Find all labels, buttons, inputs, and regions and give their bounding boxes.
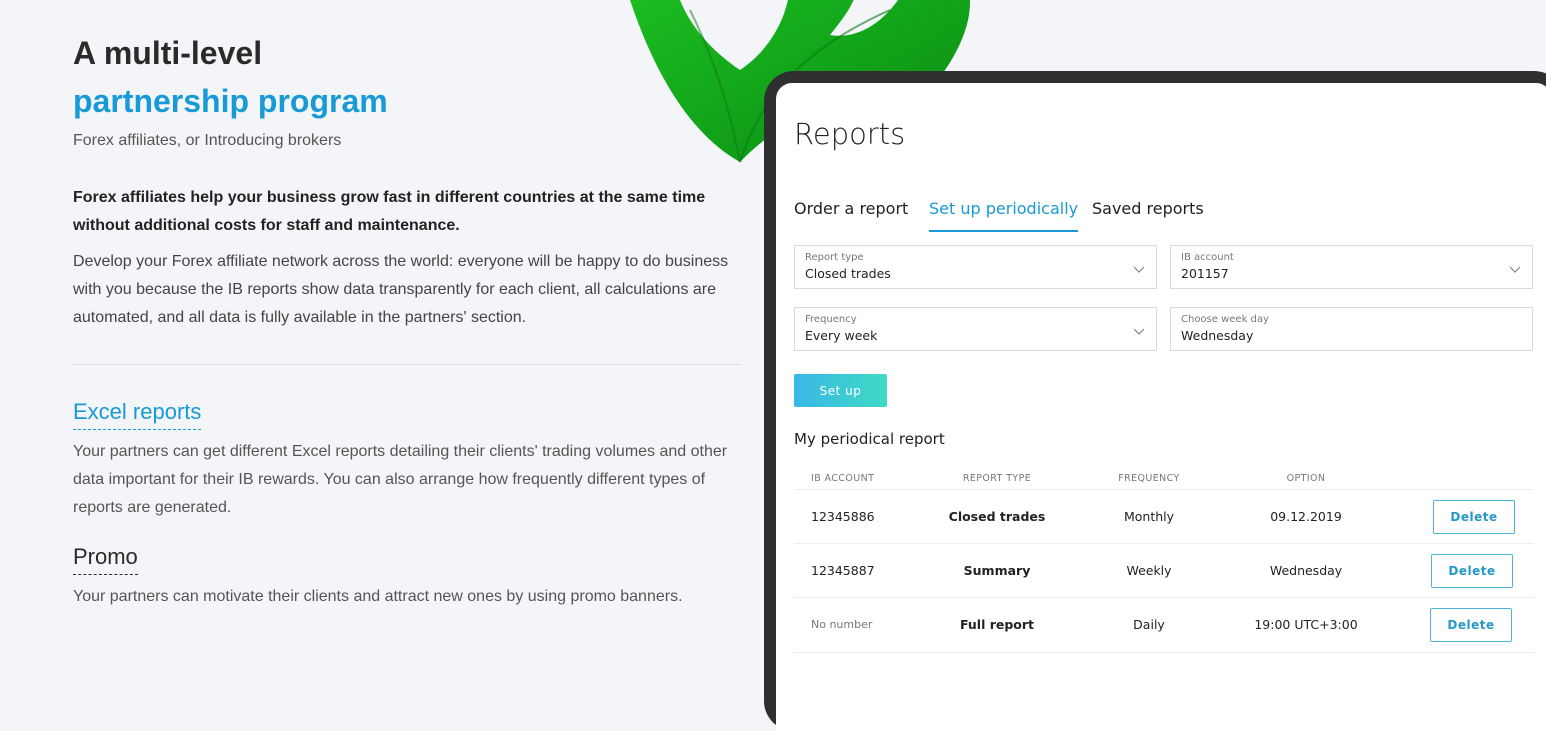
row-report-type: Full report (959, 617, 1035, 632)
report-type-value: Closed trades (805, 266, 891, 281)
tab-saved-reports[interactable]: Saved reports (1092, 199, 1204, 218)
hero-paragraph: Develop your Forex affiliate network acr… (73, 253, 729, 326)
row-frequency: Weekly (1126, 563, 1172, 578)
ib-account-select[interactable]: IB account 201157 (1170, 245, 1533, 289)
tab-set-up-periodically[interactable]: Set up periodically (929, 199, 1079, 232)
report-type-label: Report type (805, 252, 864, 263)
row-option: 09.12.2019 (1270, 509, 1342, 524)
hero-title-line2: partnership program (73, 83, 388, 119)
frequency-select[interactable]: Frequency Every week (794, 307, 1157, 351)
row-frequency: Monthly (1123, 509, 1175, 524)
table-row: No number Full report Daily 19:00 UTC+3:… (794, 597, 1534, 653)
row-ib-account: 12345886 (811, 509, 875, 524)
column-header-option: OPTION (1286, 473, 1326, 484)
reports-screen: Reports Order a report Set up periodical… (776, 83, 1546, 731)
frequency-label: Frequency (805, 314, 857, 325)
row-report-type: Summary (963, 563, 1031, 578)
delete-button[interactable]: Delete (1430, 608, 1512, 642)
section-text-excel-reports: Your partners can get different Excel re… (73, 443, 728, 516)
delete-button[interactable]: Delete (1431, 554, 1513, 588)
week-day-value: Wednesday (1181, 328, 1254, 343)
week-day-select[interactable]: Choose week day Wednesday (1170, 307, 1533, 351)
section-text-promo: Your partners can motivate their clients… (73, 588, 683, 605)
row-report-type: Closed trades (948, 509, 1046, 524)
column-header-frequency: FREQUENCY (1118, 473, 1180, 484)
chevron-down-icon (1134, 328, 1144, 335)
table-row: 12345886 Closed trades Monthly 09.12.201… (794, 489, 1534, 544)
chevron-down-icon (1510, 266, 1520, 273)
tablet-mockup: Reports Order a report Set up periodical… (764, 71, 1546, 731)
week-day-label: Choose week day (1181, 314, 1269, 325)
tab-order-a-report[interactable]: Order a report (794, 199, 908, 218)
my-periodical-report-title: My periodical report (794, 430, 945, 448)
table-row: 12345887 Summary Weekly Wednesday Delete (794, 543, 1534, 598)
column-header-report-type: REPORT TYPE (962, 473, 1032, 484)
hero-title-line1: A multi-level (73, 35, 263, 71)
report-type-select[interactable]: Report type Closed trades (794, 245, 1157, 289)
section-title-promo[interactable]: Promo (73, 544, 138, 575)
row-option: Wednesday (1269, 563, 1343, 578)
set-up-button[interactable]: Set up (794, 374, 887, 407)
hero-section: A multi-level partnership program Forex … (73, 30, 743, 611)
ib-account-value: 201157 (1181, 266, 1229, 281)
column-header-ib-account: IB ACCOUNT (811, 473, 875, 484)
chevron-down-icon (1134, 266, 1144, 273)
delete-button[interactable]: Delete (1433, 500, 1515, 534)
hero-subtitle: Forex affiliates, or Introducing brokers (73, 132, 342, 149)
row-option: 19:00 UTC+3:00 (1254, 617, 1358, 632)
hero-bold-paragraph: Forex affiliates help your business grow… (73, 189, 706, 234)
reports-title: Reports (794, 117, 906, 151)
row-ib-account: 12345887 (811, 563, 875, 578)
ib-account-label: IB account (1181, 252, 1234, 263)
row-frequency: Daily (1133, 617, 1165, 632)
frequency-value: Every week (805, 328, 878, 343)
section-title-excel-reports[interactable]: Excel reports (73, 399, 202, 430)
row-ib-account: No number (811, 618, 873, 631)
